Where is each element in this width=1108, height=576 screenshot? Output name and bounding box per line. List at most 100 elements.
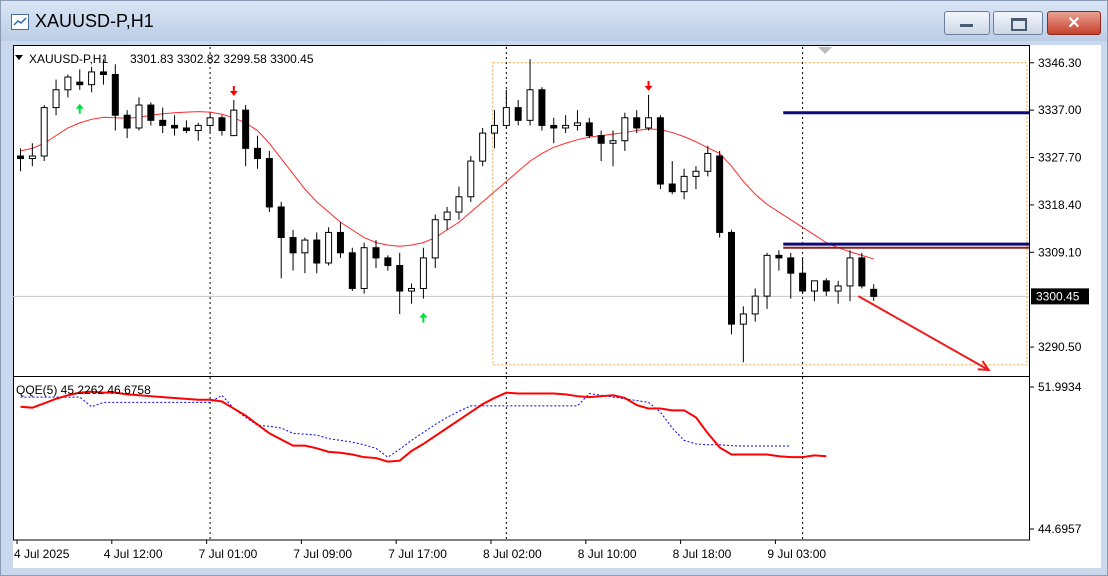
candle-body-7	[99, 71, 107, 75]
title-bar[interactable]: XAUUSD-P,H1 ✕	[1, 1, 1107, 41]
candle-body-39	[479, 132, 487, 162]
time-tick-label-7: 8 Jul 18:00	[673, 547, 732, 561]
candle-body-33	[408, 287, 416, 292]
candle-body-35	[431, 219, 439, 259]
time-tick-label-6: 8 Jul 10:00	[578, 547, 637, 561]
maximize-icon	[1011, 18, 1027, 31]
candle-body-10	[135, 104, 143, 129]
candle-body-71	[858, 257, 866, 287]
candle-body-41	[502, 107, 510, 126]
candle-body-64	[775, 254, 783, 259]
candle-body-1	[28, 155, 36, 160]
scroll-shift-triangle-icon[interactable]	[818, 47, 832, 54]
candle-body-32	[396, 265, 404, 292]
candle-body-19	[242, 109, 250, 149]
candle-body-28	[348, 252, 356, 289]
buy-arrow-icon-1	[419, 312, 428, 323]
candle-body-54	[656, 117, 664, 185]
indicator-panel-frame	[13, 376, 1030, 541]
candle-body-66	[799, 272, 807, 292]
candle-body-60	[728, 231, 735, 325]
chart-canvas[interactable]: 3346.30 3337.00 3327.70 3318.40 3309.10 3290.…	[13, 45, 1101, 568]
minimize-icon	[960, 24, 973, 27]
candle-body-47	[573, 122, 581, 126]
close-button[interactable]: ✕	[1047, 11, 1101, 35]
price-tick-label-1: 3337.00	[1038, 103, 1082, 117]
time-tick-label-5: 8 Jul 02:00	[483, 547, 542, 561]
time-tick-label-1: 4 Jul 12:00	[104, 547, 163, 561]
candle-body-11	[147, 104, 155, 121]
window-title: XAUUSD-P,H1	[35, 11, 154, 31]
candle-body-53	[645, 117, 653, 129]
buy-arrow-icon-0	[75, 103, 84, 114]
candle-body-21	[265, 158, 273, 208]
candle-body-29	[360, 247, 368, 289]
candle-body-67	[810, 280, 818, 292]
trend-arrow-line	[857, 295, 990, 371]
candle-body-51	[621, 117, 629, 142]
qqe-tick-label-1: 44.6957	[1038, 522, 1082, 536]
price-tick-label-4: 3309.10	[1038, 245, 1082, 259]
candle-body-18	[230, 109, 238, 137]
candle-body-23	[289, 237, 297, 254]
candle-body-61	[739, 313, 747, 325]
terminal-window: XAUUSD-P,H1 ✕ 3346.30 3337.00 3327.70 3318.…	[0, 0, 1108, 576]
candle-body-31	[384, 257, 392, 267]
sell-arrow-icon-0	[229, 85, 238, 96]
candle-body-56	[680, 175, 688, 193]
candle-body-69	[834, 285, 842, 292]
candle-body-44	[538, 89, 546, 126]
candle-body-25	[313, 239, 321, 264]
candle-body-40	[491, 124, 498, 134]
candle-body-15	[194, 124, 202, 132]
candle-body-27	[336, 231, 344, 254]
candle-body-34	[419, 257, 427, 289]
indicator-title: QQE(5) 45.2262 46.6758	[16, 383, 151, 397]
candle-body-49	[597, 135, 605, 144]
candle-body-46	[562, 124, 570, 129]
current-price-label: 3300.45	[1036, 289, 1080, 303]
ohlc-values: 3301.83 3302.82 3299.58 3300.45	[130, 52, 314, 66]
candle-body-12	[159, 119, 167, 126]
price-tick-label-5: 3290.50	[1038, 340, 1082, 354]
chart-menu-triangle-icon[interactable]	[15, 55, 23, 60]
candle-body-37	[455, 196, 463, 213]
candle-body-52	[633, 117, 641, 129]
candle-body-42	[514, 107, 522, 121]
time-tick-label-2: 7 Jul 01:00	[199, 547, 258, 561]
chart-area[interactable]: 3346.30 3337.00 3327.70 3318.40 3309.10 3290.…	[13, 45, 1101, 568]
candle-body-24	[301, 239, 309, 254]
candle-body-20	[254, 147, 261, 160]
candle-body-16	[206, 117, 214, 126]
candle-body-50	[609, 140, 617, 144]
range-box	[492, 62, 1028, 366]
price-panel-frame	[13, 45, 1030, 377]
minimize-button[interactable]	[944, 11, 990, 35]
candle-body-6	[88, 71, 96, 86]
time-tick-label-3: 7 Jul 09:00	[293, 547, 352, 561]
qqe-tick-label-0: 51.9934	[1038, 380, 1082, 394]
close-icon: ✕	[1067, 15, 1081, 32]
price-tick-label-3: 3318.40	[1038, 198, 1082, 212]
candle-body-22	[277, 206, 285, 239]
candle-body-38	[467, 160, 475, 198]
candle-body-2	[40, 107, 48, 157]
candle-body-58	[704, 152, 712, 172]
maximize-button[interactable]	[993, 11, 1043, 35]
price-tick-label-2: 3327.70	[1038, 151, 1082, 165]
chart-window-icon	[11, 14, 29, 30]
candle-body-72	[870, 288, 878, 297]
candle-body-45	[550, 124, 558, 129]
candle-body-63	[763, 254, 771, 297]
candle-body-8	[111, 73, 119, 116]
price-tick-label-0: 3346.30	[1038, 56, 1082, 70]
candle-body-43	[526, 89, 534, 121]
time-tick-label-8: 9 Jul 03:00	[767, 547, 826, 561]
candle-body-55	[668, 183, 676, 193]
candle-body-70	[846, 257, 854, 287]
moving-average-line	[20, 111, 874, 260]
candle-body-36	[443, 211, 451, 221]
candle-body-5	[76, 81, 84, 86]
candle-body-9	[123, 114, 131, 129]
candle-body-62	[751, 295, 759, 315]
